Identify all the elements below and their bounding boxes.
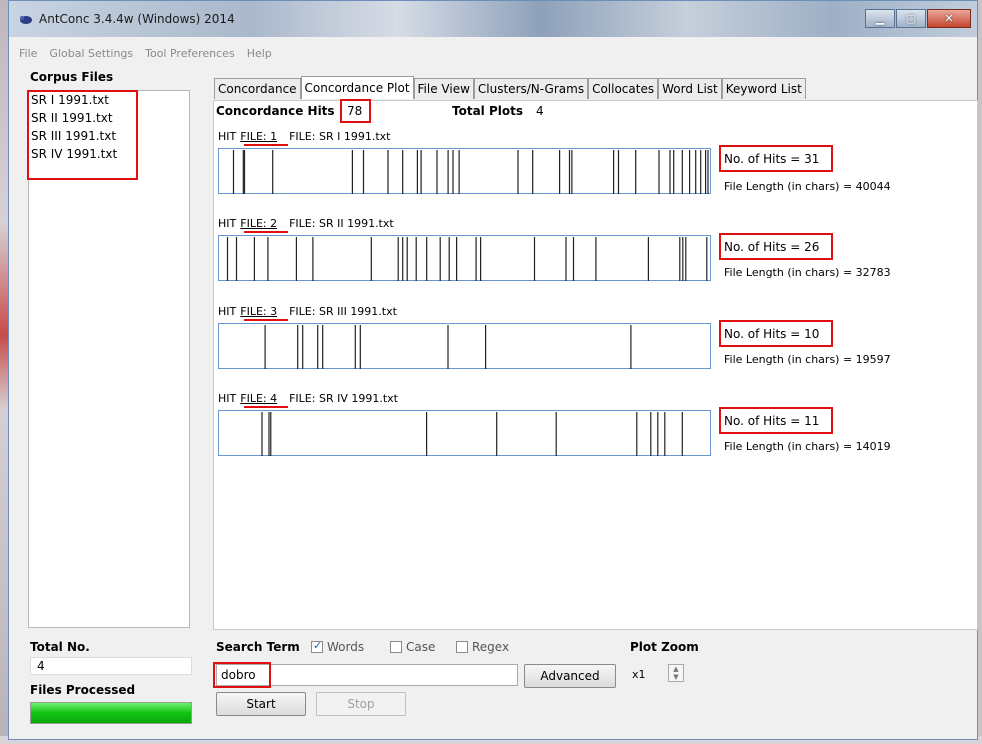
search-term-label: Search Term [216, 640, 300, 654]
file-name: FILE: SR II 1991.txt [289, 217, 394, 230]
close-button[interactable]: ✕ [927, 9, 971, 28]
checkbox-box[interactable] [390, 641, 402, 653]
case-checkbox[interactable]: Case [390, 640, 435, 654]
hit-label: HIT [218, 305, 237, 318]
plot-header: HIT FILE: 1 FILE: SR I 1991.txt [218, 130, 390, 143]
tab-concordance[interactable]: Concordance [214, 78, 301, 99]
highlight-hits [340, 99, 371, 123]
plot-header: HIT FILE: 4 FILE: SR IV 1991.txt [218, 392, 398, 405]
window-title: AntConc 3.4.4w (Windows) 2014 [39, 12, 235, 26]
plot-strip[interactable] [218, 323, 711, 369]
highlight-hits-count [719, 320, 833, 347]
total-no-value: 4 [30, 657, 192, 675]
start-button[interactable]: Start [216, 692, 306, 716]
title-bar[interactable]: AntConc 3.4.4w (Windows) 2014 ▁ ▢ ✕ [9, 1, 977, 37]
plot-zoom-label: Plot Zoom [630, 640, 699, 654]
checkbox-box[interactable] [456, 641, 468, 653]
concordance-hits-label: Concordance Hits [216, 104, 335, 118]
hit-marks [261, 412, 683, 456]
words-label: Words [327, 640, 365, 654]
spinner-up-icon[interactable]: ▲ [673, 665, 678, 673]
file-number: FILE: 4 [240, 392, 278, 405]
hit-marks [226, 237, 708, 281]
tab-concordance-plot[interactable]: Concordance Plot [300, 76, 414, 99]
file-number: FILE: 1 [240, 130, 278, 143]
checkbox-box[interactable] [311, 639, 323, 653]
file-number: FILE: 2 [240, 217, 278, 230]
hit-marks [232, 150, 709, 194]
file-name: FILE: SR I 1991.txt [289, 130, 391, 143]
plot-zoom-value: x1 [632, 668, 646, 681]
regex-checkbox[interactable]: Regex [456, 640, 509, 654]
tool-tabs: Concordance Concordance Plot File View C… [214, 76, 806, 100]
hit-marks [264, 325, 632, 369]
highlight-corpus-files [27, 90, 138, 180]
files-processed-progress [30, 702, 192, 724]
hit-label: HIT [218, 130, 237, 143]
zoom-spinner[interactable]: ▲ ▼ [668, 664, 684, 682]
tab-word-list[interactable]: Word List [658, 78, 722, 99]
advanced-button[interactable]: Advanced [524, 664, 616, 688]
plot-strip[interactable] [218, 148, 711, 194]
file-length: File Length (in chars) = 14019 [724, 440, 891, 453]
highlight-hits-count [719, 407, 833, 434]
hit-label: HIT [218, 392, 237, 405]
hit-label: HIT [218, 217, 237, 230]
menu-bar: File Global Settings Tool Preferences He… [9, 47, 274, 65]
minimize-button[interactable]: ▁ [865, 9, 895, 28]
menu-help[interactable]: Help [247, 47, 272, 65]
total-plots-label: Total Plots [452, 104, 523, 118]
minimize-icon: ▁ [875, 12, 885, 25]
tab-clusters-ngrams[interactable]: Clusters/N-Grams [473, 78, 589, 99]
highlight-file-number [244, 319, 288, 321]
highlight-file-number [244, 231, 288, 233]
maximize-button[interactable]: ▢ [896, 9, 926, 28]
file-length: File Length (in chars) = 32783 [724, 266, 891, 279]
plot-header: HIT FILE: 2 FILE: SR II 1991.txt [218, 217, 394, 230]
corpus-files-label: Corpus Files [30, 70, 114, 84]
progress-fill [31, 703, 191, 723]
file-length: File Length (in chars) = 19597 [724, 353, 891, 366]
total-no-label: Total No. [30, 640, 90, 654]
file-number: FILE: 3 [240, 305, 278, 318]
menu-global-settings[interactable]: Global Settings [49, 47, 133, 65]
plot-header: HIT FILE: 3 FILE: SR III 1991.txt [218, 305, 397, 318]
close-icon: ✕ [944, 12, 954, 25]
menu-tool-preferences[interactable]: Tool Preferences [145, 47, 235, 65]
highlight-file-number [244, 144, 288, 146]
total-plots-value: 4 [536, 104, 544, 118]
file-name: FILE: SR IV 1991.txt [289, 392, 398, 405]
case-label: Case [406, 640, 436, 654]
stop-button[interactable]: Stop [316, 692, 406, 716]
highlight-hits-count [719, 233, 833, 260]
tab-file-view[interactable]: File View [413, 78, 474, 99]
highlight-search-term [213, 662, 271, 688]
antconc-app-icon [20, 16, 32, 24]
file-length: File Length (in chars) = 40044 [724, 180, 891, 193]
highlight-file-number [244, 406, 288, 408]
maximize-icon: ▢ [905, 12, 917, 25]
tab-keyword-list[interactable]: Keyword List [721, 78, 806, 99]
spinner-down-icon[interactable]: ▼ [673, 673, 678, 681]
menu-file[interactable]: File [19, 47, 37, 65]
highlight-hits-count [719, 145, 833, 172]
tab-collocates[interactable]: Collocates [588, 78, 659, 99]
words-checkbox[interactable]: Words [311, 639, 365, 654]
plot-strip[interactable] [218, 235, 711, 281]
plot-strip[interactable] [218, 410, 711, 456]
files-processed-label: Files Processed [30, 683, 136, 697]
regex-label: Regex [472, 640, 510, 654]
file-name: FILE: SR III 1991.txt [289, 305, 397, 318]
